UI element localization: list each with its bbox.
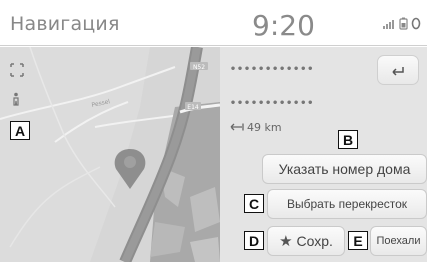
road-badge-2: E14 — [187, 104, 199, 111]
back-button[interactable] — [377, 55, 419, 85]
screen-title: Навигация — [10, 13, 120, 35]
clock: 9:20 — [252, 9, 315, 42]
callout-c: C — [244, 194, 264, 213]
status-icons — [382, 15, 421, 34]
signal-icon — [382, 15, 396, 34]
callout-a: A — [10, 121, 30, 140]
back-arrow-icon — [390, 61, 406, 80]
header-bar: Навигация 9:20 — [0, 0, 427, 46]
distance-arrow-icon — [230, 121, 244, 134]
battery-icon — [399, 15, 408, 34]
masked-address-line-1: •••••••••••• — [230, 64, 315, 75]
save-button[interactable]: ★ Сохр. — [267, 226, 345, 256]
intersection-button[interactable]: Выбрать перекресток — [267, 189, 427, 219]
distance-value: 49 km — [247, 121, 282, 134]
star-icon: ★ — [279, 233, 293, 250]
callout-e: E — [348, 231, 368, 250]
save-label: Сохр. — [296, 233, 333, 249]
go-button[interactable]: Поехали — [370, 226, 427, 256]
distance-readout: 49 km — [230, 121, 282, 134]
callout-b: B — [338, 130, 358, 149]
destination-panel: •••••••••••• •••••••••••• 49 km B Указат… — [220, 47, 427, 262]
callout-d: D — [244, 231, 264, 250]
road-badge-1: N52 — [193, 64, 205, 71]
map-view[interactable]: N52 E14 Pessel A — [0, 47, 220, 262]
navigation-screen: Навигация 9:20 N52 E14 Pessel A ••••••••… — [0, 0, 427, 262]
masked-address-line-2: •••••••••••• — [230, 98, 315, 109]
phone-status-icon — [411, 15, 421, 34]
house-number-button[interactable]: Указать номер дома — [262, 154, 427, 184]
